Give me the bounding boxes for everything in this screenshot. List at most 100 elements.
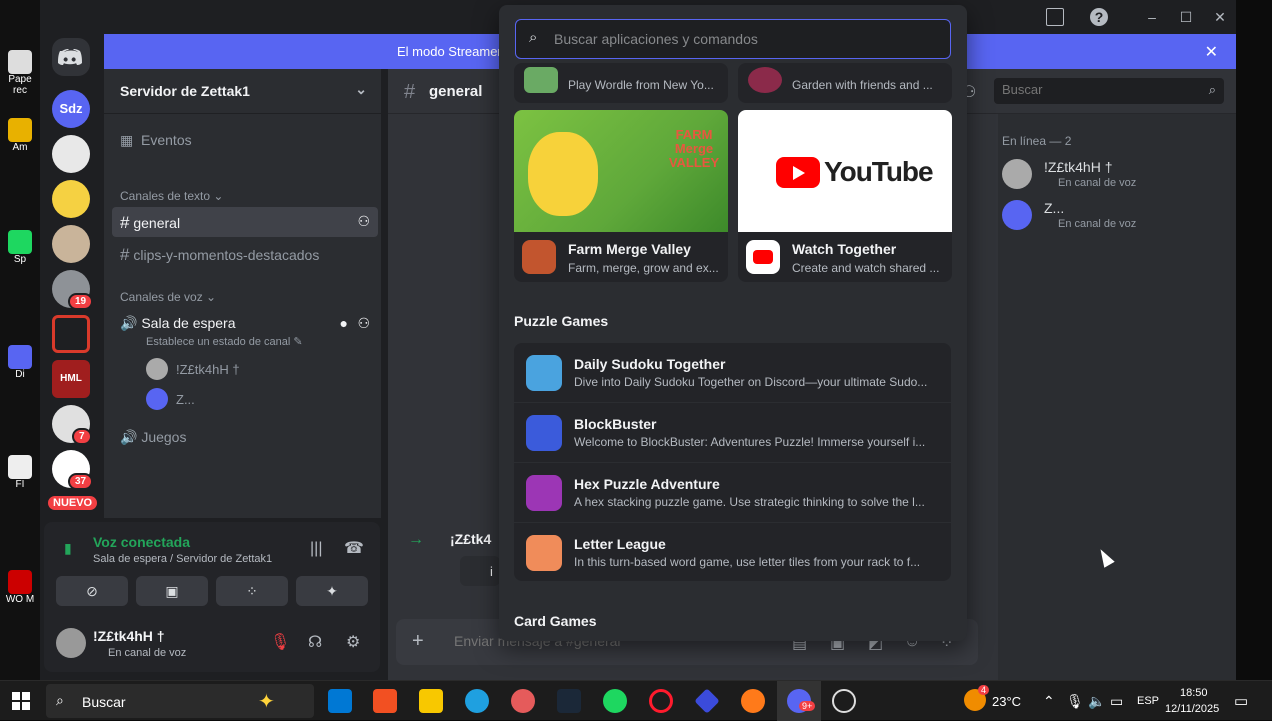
text-category[interactable]: Canales de texto ⌄ <box>120 189 223 203</box>
apps-search[interactable]: ⌕ <box>515 19 951 59</box>
calendar-icon: ▦ <box>120 132 134 148</box>
activities-popup: ⌕ Play Wordle from New Yo... Garden with… <box>499 5 967 641</box>
banner-close-button[interactable]: ✕ <box>1205 42 1218 62</box>
server-sdz-icon[interactable]: Sdz <box>52 90 90 128</box>
discord-home-icon[interactable] <box>52 38 90 76</box>
app-card-watch-together[interactable]: YouTube Watch Together Create and watch … <box>738 110 952 282</box>
steam-icon[interactable] <box>557 689 581 713</box>
weather-temp[interactable]: 23°C <box>992 694 1021 709</box>
mic-app-icon[interactable] <box>741 689 765 713</box>
help-icon[interactable]: ? <box>1090 8 1108 26</box>
letter-league-icon <box>526 535 562 571</box>
minimize-button[interactable]: – <box>1143 8 1161 26</box>
screen-icon: ▣ <box>165 583 179 599</box>
camera-button[interactable]: ⊘ <box>56 576 128 606</box>
events-item[interactable]: ▦ Eventos <box>112 126 378 156</box>
server-hml-icon[interactable]: HML <box>52 360 90 398</box>
server-cat-icon[interactable] <box>52 225 90 263</box>
mic-icon[interactable]: 🎙 <box>1066 693 1084 710</box>
taskbar-search-label: Buscar <box>82 694 126 710</box>
chat-bubble-icon[interactable]: ● <box>340 315 348 331</box>
wave-sticker[interactable]: i <box>460 556 500 586</box>
discord-taskbar-item[interactable]: 9+ <box>777 681 821 721</box>
app-title: Farm Merge Valley <box>568 241 691 257</box>
network-icon[interactable]: ▭ <box>1110 693 1123 710</box>
voice-channel-juegos[interactable]: 🔊 Juegos <box>112 423 378 453</box>
farm-thumbnail: FARM Merge VALLEY <box>514 110 728 232</box>
activities-button[interactable]: ⁘ <box>216 576 288 606</box>
desktop-icon[interactable]: Am <box>4 118 36 153</box>
server-tf-icon[interactable] <box>52 315 90 353</box>
voice-category[interactable]: Canales de voz ⌄ <box>120 290 216 304</box>
voice-status[interactable]: Establece un estado de canal ✎ <box>146 335 303 348</box>
chevron-up-icon[interactable]: ⌃ <box>1043 693 1055 710</box>
voice-user[interactable]: !Z£tk4hH † <box>176 362 240 377</box>
app-icon[interactable] <box>694 688 720 714</box>
edge-icon[interactable] <box>465 689 489 713</box>
avatar[interactable] <box>1002 159 1032 189</box>
clock-date[interactable]: 12/11/2025 <box>1165 703 1219 715</box>
app-item-daily-sudoku[interactable]: Daily Sudoku Together Dive into Daily Su… <box>514 343 951 403</box>
user-name[interactable]: !Z£tk4hH † <box>93 628 165 644</box>
farm-icon <box>522 240 556 274</box>
header-search[interactable]: ⌕ <box>994 78 1224 104</box>
soundboard-button[interactable]: ✦ <box>296 576 368 606</box>
search-input[interactable] <box>554 29 934 49</box>
close-button[interactable]: ✕ <box>1211 8 1229 26</box>
app-card-farm-merge-valley[interactable]: FARM Merge VALLEY Farm Merge Valley Farm… <box>514 110 728 282</box>
app-card-garden[interactable]: Garden with friends and ... <box>738 63 952 103</box>
add-member-icon[interactable]: ⚇ <box>357 213 370 230</box>
maximize-button[interactable]: ☐ <box>1177 8 1195 26</box>
notifications-icon[interactable]: ▭ <box>1234 692 1248 710</box>
app-desc: A hex stacking puzzle game. Use strategi… <box>574 495 925 509</box>
voice-location[interactable]: Sala de espera / Servidor de Zettak1 <box>93 553 272 565</box>
screenshare-button[interactable]: ▣ <box>136 576 208 606</box>
noise-suppression-icon[interactable]: ||| <box>310 540 322 558</box>
disconnect-icon[interactable]: ☎ <box>344 538 364 558</box>
channel-general[interactable]: # general ⚇ <box>112 207 378 237</box>
search-input[interactable] <box>1002 82 1192 97</box>
message-author[interactable]: ¡Z£tk4 <box>450 531 491 547</box>
member-name[interactable]: Z... <box>1044 200 1064 216</box>
plus-icon[interactable]: + <box>412 630 424 653</box>
store-icon[interactable] <box>373 689 397 713</box>
gear-icon[interactable]: ⚙ <box>346 632 360 652</box>
server-avatar-icon[interactable] <box>52 180 90 218</box>
folder-icon[interactable] <box>419 689 443 713</box>
app-icon[interactable] <box>511 689 535 713</box>
server-penguin-icon[interactable] <box>52 135 90 173</box>
voice-user[interactable]: Z... <box>176 392 195 407</box>
desktop-icon[interactable]: Di <box>4 345 36 380</box>
taskbar-search[interactable]: ⌕ Buscar ✦ <box>46 684 314 718</box>
volume-icon[interactable]: 🔈 <box>1088 693 1105 710</box>
app-item-blockbuster[interactable]: BlockBuster Welcome to BlockBuster: Adve… <box>514 403 951 463</box>
app-item-hex-puzzle[interactable]: Hex Puzzle Adventure A hex stacking puzz… <box>514 463 951 523</box>
avatar[interactable] <box>56 628 86 658</box>
channel-clips[interactable]: # clips-y-momentos-destacados <box>112 239 378 269</box>
server-header[interactable]: Servidor de Zettak1 ⌄ <box>104 69 381 114</box>
app-item-letter-league[interactable]: Letter League In this turn-based word ga… <box>514 523 951 583</box>
desktop-icon[interactable]: Pape rec <box>4 50 36 96</box>
clock-time[interactable]: 18:50 <box>1180 687 1208 699</box>
search-icon: ⌕ <box>529 29 538 46</box>
add-member-icon[interactable]: ⚇ <box>357 315 370 332</box>
desktop-icon[interactable]: Sp <box>4 230 36 265</box>
headphones-icon[interactable]: ☊ <box>308 632 322 652</box>
app-desc: In this turn-based word game, use letter… <box>574 555 921 569</box>
chevron-down-icon: ⌄ <box>355 81 367 97</box>
sparkle-icon: ✦ <box>258 691 275 713</box>
app-card-wordle[interactable]: Play Wordle from New Yo... <box>514 63 728 103</box>
inbox-icon[interactable] <box>1046 8 1064 26</box>
language-indicator[interactable]: ESP <box>1137 695 1159 707</box>
spotify-icon[interactable] <box>603 689 627 713</box>
member-name[interactable]: !Z£tk4hH † <box>1044 159 1112 175</box>
obs-icon[interactable] <box>832 689 856 713</box>
mute-icon[interactable]: 🎙 <box>270 632 290 652</box>
desktop-icon[interactable]: FI <box>4 455 36 490</box>
voice-connected-label[interactable]: Voz conectada <box>93 534 190 550</box>
outlook-icon[interactable] <box>328 689 352 713</box>
desktop-icon[interactable]: WO M <box>4 570 36 605</box>
opera-icon[interactable] <box>649 689 673 713</box>
windows-start-icon[interactable] <box>12 692 30 710</box>
avatar[interactable] <box>1002 200 1032 230</box>
